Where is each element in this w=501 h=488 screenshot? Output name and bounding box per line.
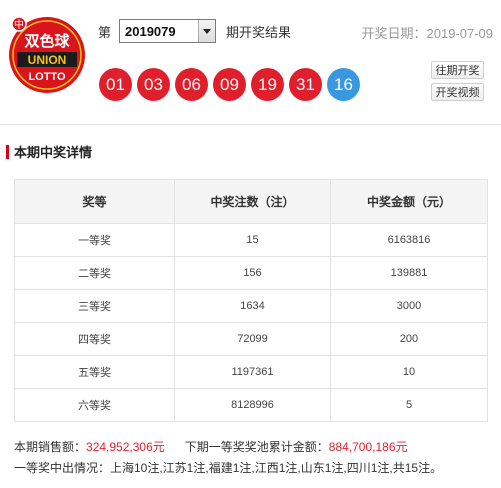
- red-ball: 31: [289, 68, 322, 101]
- table-cell: 10: [330, 355, 488, 389]
- table-row: 三等奖 1634 3000: [14, 289, 488, 323]
- red-ball: 19: [251, 68, 284, 101]
- table-cell: 72099: [174, 322, 331, 356]
- svg-text:中: 中: [14, 18, 24, 31]
- draw-video-button[interactable]: 开奖视频: [431, 83, 484, 101]
- table-cell: 5: [330, 388, 488, 422]
- logo-cn-text: 双色球: [24, 32, 70, 50]
- sales-summary: 本期销售额：324,952,306元 下期一等奖奖池累计金额：884,700,18…: [14, 438, 408, 455]
- table-row: 二等奖 156 139881: [14, 256, 488, 290]
- section-title: 本期中奖详情: [14, 145, 93, 160]
- first-prize-winners: 一等奖中出情况：上海10注,江苏1注,福建1注,江西1注,山东1注,四川1注,共…: [14, 461, 443, 475]
- column-header: 中奖注数（注）: [174, 179, 331, 224]
- period-select[interactable]: 2019079: [119, 19, 217, 43]
- period-suffix: 期开奖结果: [226, 24, 292, 40]
- table-cell: 200: [330, 322, 488, 356]
- draw-date: 开奖日期：2019-07-09: [361, 26, 494, 41]
- period-selector-row: 第 2019079 期开奖结果: [98, 18, 291, 44]
- table-cell: 156: [174, 256, 331, 290]
- red-ball: 09: [213, 68, 246, 101]
- table-cell: 三等奖: [14, 289, 175, 323]
- period-prefix: 第: [98, 24, 112, 40]
- table-cell: 六等奖: [14, 388, 175, 422]
- chevron-down-icon[interactable]: [198, 20, 216, 42]
- table-cell: 1634: [174, 289, 331, 323]
- pool-label: 下期一等奖奖池累计金额：: [184, 440, 329, 454]
- section-header: 本期中奖详情: [6, 142, 92, 161]
- sales-label: 本期销售额：: [14, 440, 87, 454]
- history-draws-button[interactable]: 往期开奖: [431, 61, 484, 79]
- table-cell: 139881: [330, 256, 488, 290]
- table-cell: 1197361: [174, 355, 331, 389]
- winning-numbers: 01 03 06 09 19 31 16: [99, 68, 365, 101]
- table-row: 五等奖 1197361 10: [14, 355, 488, 389]
- union-lotto-logo: 中 双色球 UNION LOTTO: [7, 12, 87, 97]
- table-row: 四等奖 72099 200: [14, 322, 488, 356]
- table-header-row: 奖等 中奖注数（注） 中奖金额（元）: [14, 179, 488, 224]
- table-row: 六等奖 8128996 5: [14, 388, 488, 422]
- logo-en-text-2: LOTTO: [28, 71, 66, 83]
- red-ball: 03: [137, 68, 170, 101]
- period-value: 2019079: [125, 23, 176, 39]
- table-cell: 一等奖: [14, 223, 175, 257]
- table-cell: 二等奖: [14, 256, 175, 290]
- table-cell: 8128996: [174, 388, 331, 422]
- pool-value: 884,700,186元: [328, 440, 408, 454]
- red-ball: 01: [99, 68, 132, 101]
- title-accent-bar: [6, 144, 9, 159]
- blue-ball: 16: [327, 68, 360, 101]
- logo-en-text-1: UNION: [28, 53, 67, 67]
- sales-value: 324,952,306元: [86, 440, 165, 454]
- table-row: 一等奖 15 6163816: [14, 223, 488, 257]
- table-cell: 五等奖: [14, 355, 175, 389]
- table-cell: 四等奖: [14, 322, 175, 356]
- column-header: 奖等: [14, 179, 175, 224]
- table-cell: 3000: [330, 289, 488, 323]
- column-header: 中奖金额（元）: [330, 179, 488, 224]
- prize-table: 奖等 中奖注数（注） 中奖金额（元） 一等奖 15 6163816 二等奖 15…: [14, 179, 488, 422]
- table-cell: 6163816: [330, 223, 488, 257]
- table-cell: 15: [174, 223, 331, 257]
- red-ball: 06: [175, 68, 208, 101]
- divider: [0, 124, 501, 125]
